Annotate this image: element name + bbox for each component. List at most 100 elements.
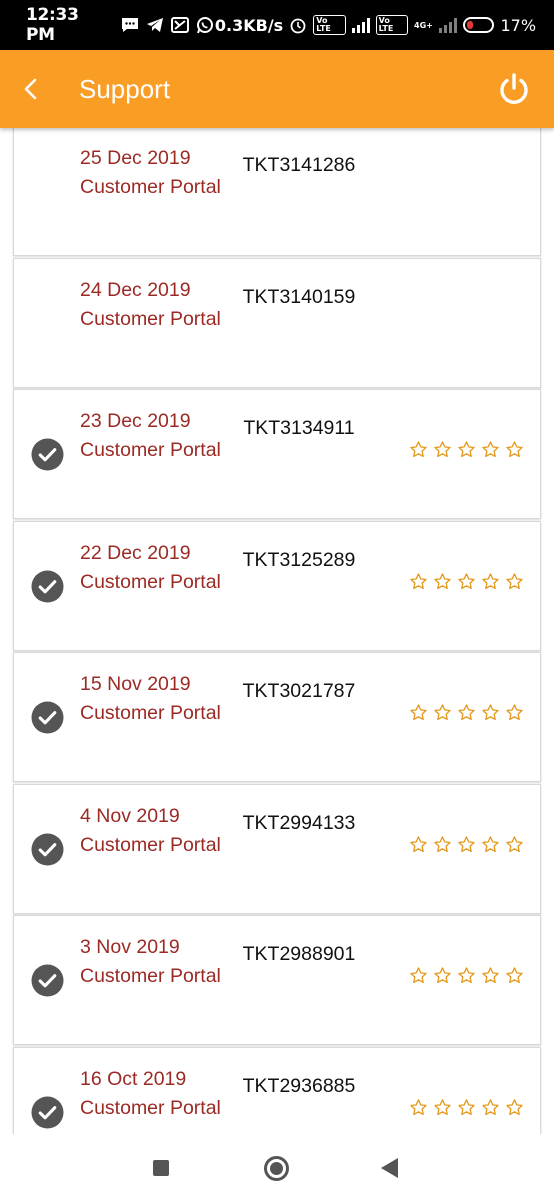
star-icon[interactable] xyxy=(481,572,500,591)
check-circle-icon xyxy=(31,569,64,603)
ticket-date-source: 25 Dec 2019 Customer Portal xyxy=(80,144,230,202)
star-icon[interactable] xyxy=(505,440,524,459)
rating-stars[interactable] xyxy=(409,835,524,854)
system-nav-bar xyxy=(0,1134,554,1200)
ticket-source: Customer Portal xyxy=(80,176,221,198)
home-button[interactable] xyxy=(264,1156,289,1181)
signal-icon-1 xyxy=(351,17,370,33)
ticket-card[interactable]: 3 Nov 2019 Customer Portal TKT2988901 xyxy=(13,915,541,1045)
star-icon[interactable] xyxy=(505,966,524,985)
ticket-card[interactable]: 15 Nov 2019 Customer Portal TKT3021787 xyxy=(13,652,541,782)
ticket-id: TKT2994133 xyxy=(242,811,356,834)
star-icon[interactable] xyxy=(409,703,428,722)
ticket-source: Customer Portal xyxy=(80,439,221,461)
ticket-date: 23 Dec 2019 xyxy=(80,410,191,432)
ticket-source: Customer Portal xyxy=(80,833,221,856)
ticket-source: Customer Portal xyxy=(80,965,221,987)
ticket-date: 4 Nov 2019 xyxy=(80,804,180,827)
star-icon[interactable] xyxy=(433,440,452,459)
star-icon[interactable] xyxy=(433,835,452,854)
ticket-card[interactable]: 23 Dec 2019 Customer Portal TKT3134911 xyxy=(13,389,541,519)
rating-stars[interactable] xyxy=(409,572,524,591)
check-circle-icon xyxy=(31,438,64,471)
star-icon[interactable] xyxy=(433,572,452,591)
alarm-icon xyxy=(289,17,307,34)
ticket-date: 22 Dec 2019 xyxy=(80,541,191,564)
ticket-source: Customer Portal xyxy=(80,702,221,724)
ticket-id: TKT2936885 xyxy=(242,1074,356,1097)
ticket-card[interactable]: 25 Dec 2019 Customer Portal TKT3141286 xyxy=(13,128,541,256)
star-icon[interactable] xyxy=(505,572,524,591)
whatsapp-icon xyxy=(196,17,215,34)
star-icon[interactable] xyxy=(505,835,524,854)
recents-button[interactable] xyxy=(153,1160,169,1176)
battery-percent: 17% xyxy=(500,15,537,35)
check-circle-icon xyxy=(31,701,64,734)
ticket-date: 15 Nov 2019 xyxy=(80,673,191,695)
ticket-card[interactable]: 4 Nov 2019 Customer Portal TKT2994133 xyxy=(13,783,541,914)
star-icon[interactable] xyxy=(457,440,476,459)
ticket-source: Customer Portal xyxy=(80,570,221,593)
star-icon[interactable] xyxy=(481,966,500,985)
star-icon[interactable] xyxy=(481,703,500,722)
star-icon[interactable] xyxy=(505,703,524,722)
status-time: 12:33 PM xyxy=(26,5,79,45)
ticket-date: 3 Nov 2019 xyxy=(80,936,180,958)
telegram-icon xyxy=(146,17,165,34)
rating-stars[interactable] xyxy=(409,1098,524,1117)
signal-icon-2 xyxy=(438,17,457,33)
star-icon[interactable] xyxy=(457,703,476,722)
ticket-date-source: 22 Dec 2019 Customer Portal xyxy=(80,539,230,597)
ticket-date-source: 16 Oct 2019 Customer Portal xyxy=(80,1065,230,1123)
logout-button[interactable] xyxy=(494,69,534,109)
nav-back-button[interactable] xyxy=(381,1158,398,1178)
ticket-id: TKT3141286 xyxy=(242,154,356,176)
ticket-list[interactable]: 25 Dec 2019 Customer Portal TKT3141286 24 D… xyxy=(0,128,554,1134)
ticket-id: TKT2988901 xyxy=(242,943,356,965)
star-icon[interactable] xyxy=(457,835,476,854)
star-icon[interactable] xyxy=(505,1098,524,1117)
star-icon[interactable] xyxy=(433,1098,452,1117)
ticket-id: TKT3021787 xyxy=(242,680,356,702)
ticket-card[interactable]: 22 Dec 2019 Customer Portal TKT3125289 xyxy=(13,520,541,651)
star-icon[interactable] xyxy=(457,1098,476,1117)
star-icon[interactable] xyxy=(409,440,428,459)
rating-stars[interactable] xyxy=(409,703,524,722)
status-bar: 12:33 PM 0.3KB/s Vo LTE Vo LTE 4G+ 17% xyxy=(0,0,554,50)
ticket-date-source: 23 Dec 2019 Customer Portal xyxy=(80,407,230,465)
ticket-date-source: 15 Nov 2019 Customer Portal xyxy=(80,670,230,728)
ticket-date-source: 4 Nov 2019 Customer Portal xyxy=(80,802,230,860)
ticket-id: TKT3134911 xyxy=(243,417,355,439)
volte-badge-1: Vo LTE xyxy=(313,15,346,35)
back-button[interactable] xyxy=(0,50,60,128)
star-icon[interactable] xyxy=(433,703,452,722)
ticket-source: Customer Portal xyxy=(80,1096,221,1119)
app-icon xyxy=(171,17,190,34)
ticket-date: 25 Dec 2019 xyxy=(80,147,191,169)
system-icons: 0.3KB/s Vo LTE Vo LTE 4G+ 17% xyxy=(215,15,536,35)
star-icon[interactable] xyxy=(457,966,476,985)
ticket-id: TKT3125289 xyxy=(242,548,356,571)
volte-badge-2: Vo LTE xyxy=(375,15,409,35)
star-icon[interactable] xyxy=(409,966,428,985)
ticket-source: Customer Portal xyxy=(80,307,221,330)
ticket-card[interactable]: 16 Oct 2019 Customer Portal TKT2936885 xyxy=(13,1046,541,1134)
check-circle-icon xyxy=(31,1095,64,1129)
network-speed: 0.3KB/s xyxy=(214,15,284,35)
star-icon[interactable] xyxy=(433,966,452,985)
rating-stars[interactable] xyxy=(409,440,524,459)
star-icon[interactable] xyxy=(409,572,428,591)
star-icon[interactable] xyxy=(409,835,428,854)
star-icon[interactable] xyxy=(481,835,500,854)
star-icon[interactable] xyxy=(481,1098,500,1117)
ticket-card[interactable]: 24 Dec 2019 Customer Portal TKT3140159 xyxy=(13,257,541,388)
ticket-date-source: 24 Dec 2019 Customer Portal xyxy=(80,276,230,334)
rating-stars[interactable] xyxy=(409,966,524,985)
check-circle-icon xyxy=(31,832,64,866)
star-icon[interactable] xyxy=(409,1098,428,1117)
star-icon[interactable] xyxy=(457,572,476,591)
message-icon xyxy=(121,17,140,34)
chevron-left-icon xyxy=(24,78,37,100)
star-icon[interactable] xyxy=(481,440,500,459)
app-bar: Support xyxy=(0,50,554,128)
